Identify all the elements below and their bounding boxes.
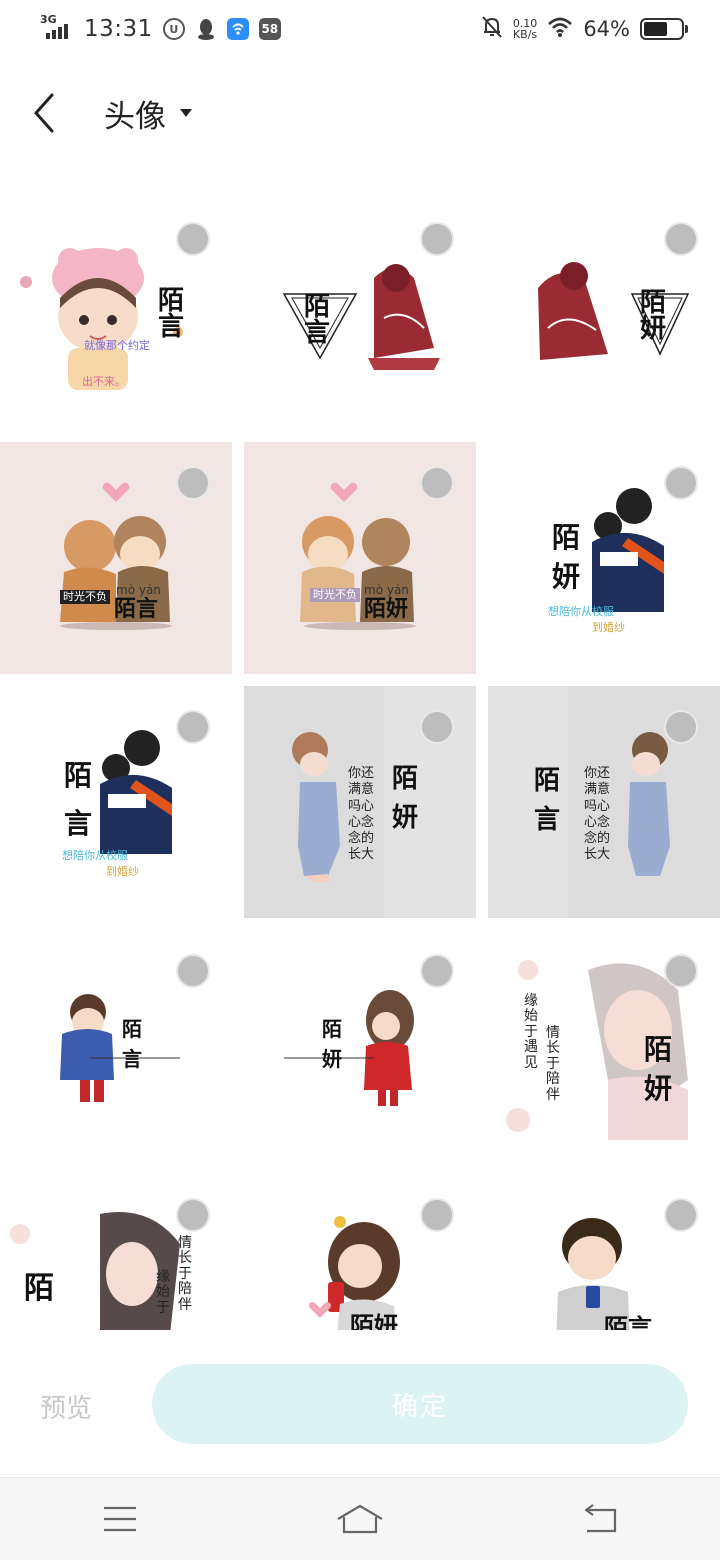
avatar-caption: 陌妍 [552, 521, 581, 594]
select-checkbox[interactable] [664, 954, 698, 988]
avatar-tile[interactable]: 陌妍 [244, 930, 476, 1162]
select-checkbox[interactable] [176, 710, 210, 744]
avatar-subcaption: 出不来。 [82, 375, 126, 388]
avatar-sidecaption: 缘始于遇见 [524, 993, 538, 1071]
caret-down-icon [180, 109, 192, 117]
avatar-caption: 陌妍 [350, 1311, 398, 1331]
status-bar: 3G 13:31 U 58 0.10 KB/s 64% [0, 0, 720, 58]
avatar-caption: 陌妍 [640, 288, 667, 344]
avatar-sidecaption: 你还满意吗心心念念的长大 [584, 766, 611, 863]
avatar-sidecaption: 情长于陪伴 [178, 1235, 192, 1313]
net-speed: 0.10 KB/s [512, 17, 538, 41]
avatar-subcaption: 到婚纱 [592, 621, 625, 634]
avatar-sidecaption: 你还满意吗心心念念的长大 [348, 766, 375, 863]
select-checkbox[interactable] [176, 954, 210, 988]
system-nav-bar [0, 1478, 720, 1560]
avatar-caption: 陌妍 [322, 1017, 342, 1071]
avatar-tile[interactable]: 时光不负 mò yán 陌妍 [244, 442, 476, 674]
select-checkbox[interactable] [664, 710, 698, 744]
avatar-tile[interactable]: 陌言 你还满意吗心心念念的长大 [488, 686, 720, 918]
select-checkbox[interactable] [420, 954, 454, 988]
avatar-tile[interactable]: 陌 情长于陪伴 缘始于 [0, 1174, 232, 1330]
menu-button[interactable] [60, 1478, 180, 1560]
clock: 13:31 [84, 16, 153, 42]
silent-bell-icon [481, 15, 503, 43]
status-left: 3G 13:31 U 58 [40, 0, 281, 58]
preview-button[interactable]: 预览 [40, 1388, 92, 1425]
select-checkbox[interactable] [664, 466, 698, 500]
select-checkbox[interactable] [176, 466, 210, 500]
header: 头像 [0, 58, 720, 168]
avatar-subcaption: 想陪你从校服 [62, 849, 128, 862]
back-icon [584, 1504, 617, 1533]
select-checkbox[interactable] [420, 1198, 454, 1232]
avatar-tag: 时光不负 [60, 590, 110, 605]
avatar-tile[interactable]: 陌妍 [244, 1174, 476, 1330]
avatar-tile[interactable]: 陌妍 [488, 198, 720, 430]
confirm-button[interactable]: 确定 [152, 1364, 688, 1444]
app-58-icon: 58 [258, 18, 281, 40]
avatar-tile[interactable]: 陌言 [0, 930, 232, 1162]
avatar-tile[interactable]: 陌言 想陪你从校服 到婚纱 [0, 686, 232, 918]
avatar-subcaption: 想陪你从校服 [548, 605, 614, 618]
select-checkbox[interactable] [664, 1198, 698, 1232]
select-checkbox[interactable] [176, 222, 210, 256]
qq-icon [195, 18, 217, 40]
avatar-tile[interactable]: 陌妍 缘始于遇见 情长于陪伴 [488, 930, 720, 1162]
action-bar: 预览 确定 [0, 1330, 720, 1478]
avatar-tag: 时光不负 [310, 588, 360, 603]
avatar-tile[interactable]: 陌言 [488, 1174, 720, 1330]
home-button[interactable] [300, 1478, 420, 1560]
avatar-tile[interactable]: 陌妍 你还满意吗心心念念的长大 [244, 686, 476, 918]
wifi-icon [547, 16, 573, 42]
avatar-tile[interactable]: 陌言 就像那个约定 出不来。 [0, 198, 232, 430]
avatar-caption: 陌言 [122, 1017, 142, 1071]
avatar-tile[interactable]: 时光不负 mò yán 陌言 [0, 442, 232, 674]
home-icon [337, 1504, 383, 1534]
chevron-left-icon [34, 93, 54, 133]
select-checkbox[interactable] [420, 710, 454, 744]
select-checkbox[interactable] [176, 1198, 210, 1232]
avatar-caption: 陌言 [604, 1313, 652, 1331]
avatar-caption: 陌 [24, 1271, 54, 1306]
menu-icon [104, 1506, 136, 1532]
avatar-caption: 陌言 [304, 292, 331, 348]
data-saver-icon: U [162, 18, 185, 40]
wifi-hotspot-app-icon [226, 18, 249, 40]
select-checkbox[interactable] [420, 222, 454, 256]
category-dropdown[interactable]: 头像 [104, 83, 192, 143]
avatar-caption: 陌言 [64, 759, 93, 840]
avatar-image [308, 1216, 400, 1330]
status-right: 0.10 KB/s 64% [481, 0, 688, 58]
avatar-tile[interactable]: 陌妍 想陪你从校服 到婚纱 [488, 442, 720, 674]
signal-icon: 3G [40, 13, 74, 41]
avatar-sidecaption: 缘始于 [156, 1269, 170, 1316]
back-button[interactable] [0, 58, 90, 168]
avatar-caption: 陌言 [534, 766, 561, 835]
avatar-sidecaption: 情长于陪伴 [546, 1025, 560, 1103]
back-nav-button[interactable] [540, 1478, 660, 1560]
battery-percent: 64% [583, 17, 630, 41]
avatar-caption: 陌言 [158, 286, 185, 342]
avatar-caption: 陌妍 [644, 1033, 673, 1106]
avatar-grid: 陌言 就像那个约定 出不来。 陌言 陌妍 时光不负 mò yán 陌言 时光不负… [0, 198, 720, 1330]
confirm-label: 确定 [391, 1391, 448, 1422]
avatar-image [10, 1212, 180, 1330]
avatar-tile[interactable]: 陌言 [244, 198, 476, 430]
avatar-subcaption: 到婚纱 [106, 865, 139, 878]
select-checkbox[interactable] [420, 466, 454, 500]
avatar-subcaption: 就像那个约定 [84, 339, 150, 352]
avatar-image [556, 1218, 630, 1330]
battery-level [644, 22, 668, 36]
select-checkbox[interactable] [664, 222, 698, 256]
avatar-caption: 陌妍 [392, 764, 419, 833]
avatar-caption: 陌言 [114, 596, 159, 622]
avatar-caption: 陌妍 [364, 596, 409, 622]
page-title: 头像 [104, 98, 166, 135]
battery-icon [640, 18, 688, 40]
